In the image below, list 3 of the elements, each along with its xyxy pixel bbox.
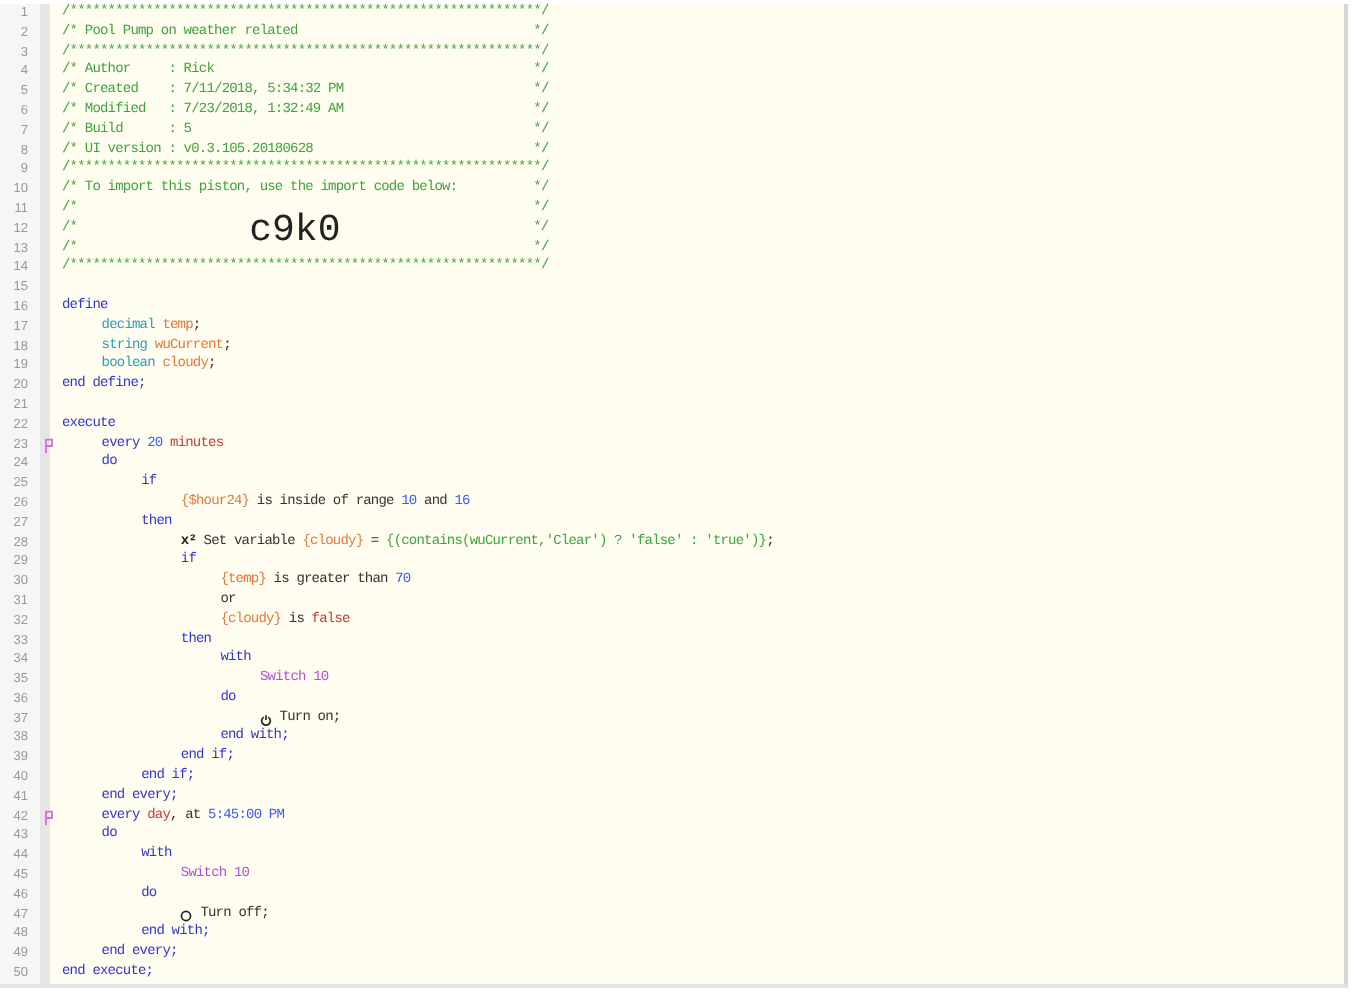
circle-icon — [180, 909, 193, 922]
power-icon — [260, 713, 272, 726]
import-code: c9k0 — [249, 207, 341, 252]
